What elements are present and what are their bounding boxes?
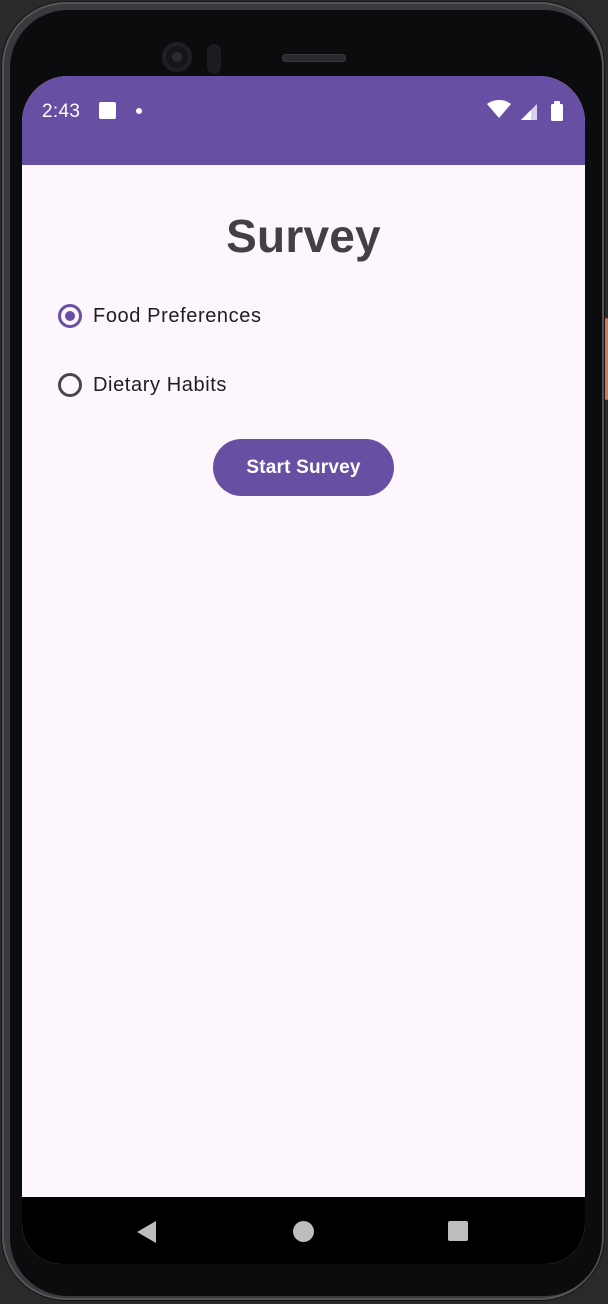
proximity-sensor [207, 44, 221, 74]
earpiece-speaker [282, 54, 346, 62]
home-icon[interactable] [293, 1221, 314, 1242]
radio-option-food-preferences[interactable]: Food Preferences [58, 298, 262, 334]
phone-screen: 2:43 Survey Food Preferences Dietary Hab… [22, 76, 585, 1264]
recents-icon[interactable] [448, 1221, 468, 1241]
status-time: 2:43 [42, 101, 81, 122]
battery-icon [551, 101, 563, 121]
front-camera [162, 42, 192, 72]
survey-screen: Survey Food Preferences Dietary Habits S… [22, 165, 585, 1197]
radio-label-dietary-habits: Dietary Habits [93, 373, 227, 396]
status-icons [487, 100, 563, 121]
radio-button-selected[interactable] [58, 304, 82, 328]
signal-icon [521, 104, 537, 120]
back-icon[interactable] [137, 1221, 156, 1243]
notification-square-icon [99, 102, 116, 119]
start-survey-button[interactable]: Start Survey [213, 439, 394, 496]
radio-option-dietary-habits[interactable]: Dietary Habits [58, 367, 227, 403]
radio-button-unselected[interactable] [58, 373, 82, 397]
status-bar: 2:43 [22, 76, 585, 165]
radio-label-food-preferences: Food Preferences [93, 304, 262, 327]
navigation-bar [22, 1197, 585, 1264]
wifi-icon [487, 100, 511, 118]
notification-dot-icon [136, 108, 142, 114]
page-title: Survey [226, 210, 381, 262]
